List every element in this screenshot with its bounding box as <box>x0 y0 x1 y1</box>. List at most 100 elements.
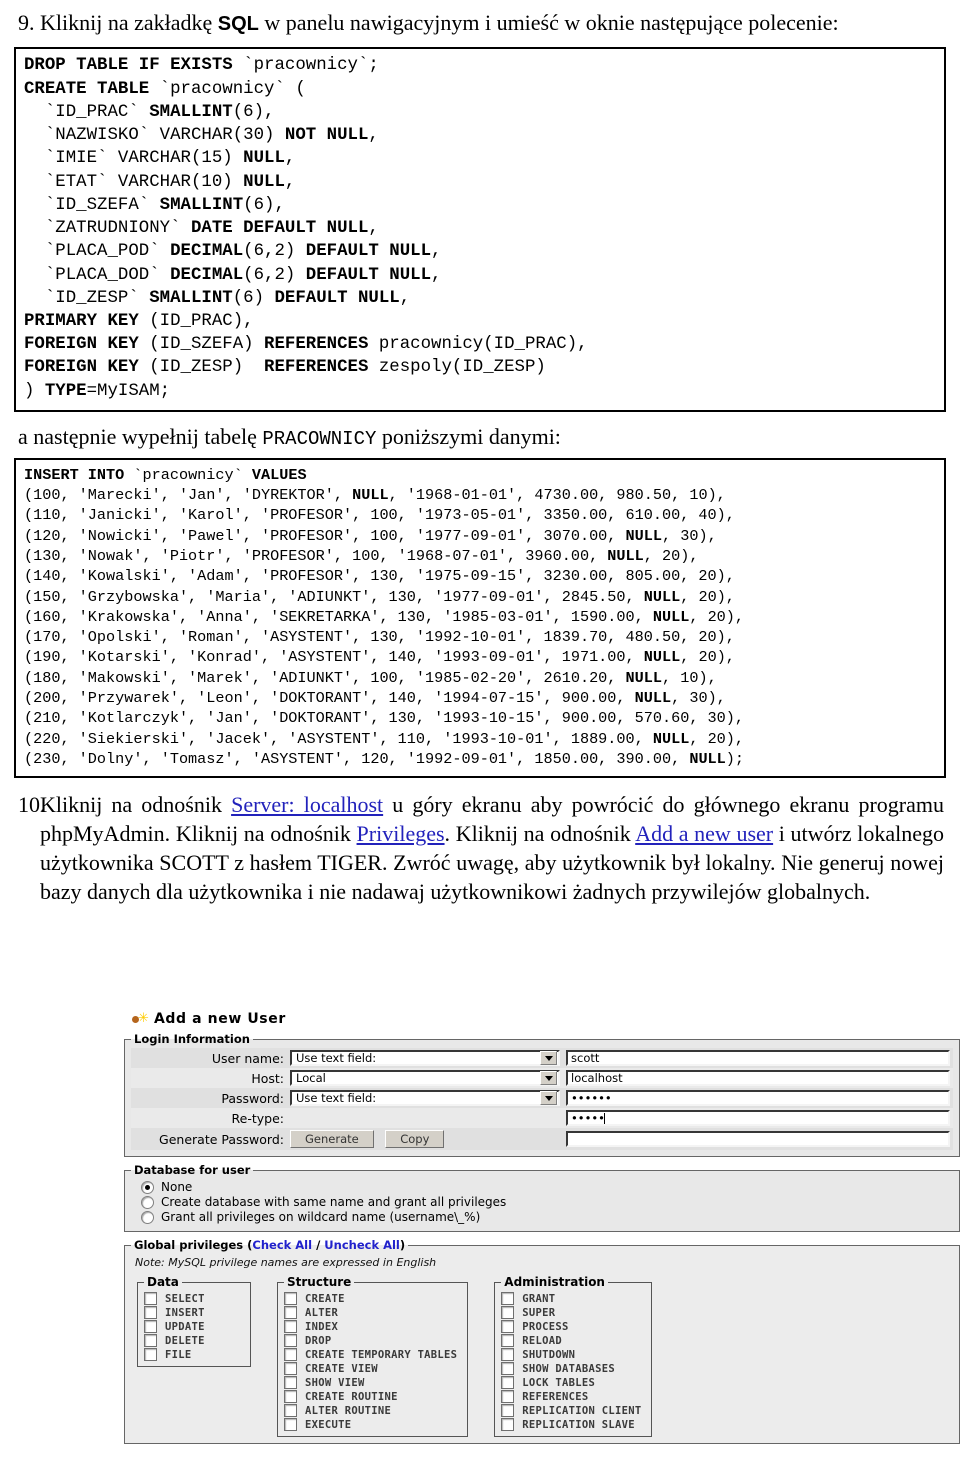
sql-create-table-box: DROP TABLE IF EXISTS `pracownicy`; CREAT… <box>14 47 946 412</box>
checkbox-label-super: SUPER <box>522 1306 556 1319</box>
checkbox-row-lock-tables[interactable]: LOCK TABLES <box>501 1376 641 1389</box>
checkbox-label-replication-client: REPLICATION CLIENT <box>522 1404 642 1417</box>
chevron-down-icon[interactable] <box>540 1071 557 1085</box>
generate-password-label: Generate Password: <box>159 1131 284 1147</box>
checkbox-row-replication-slave[interactable]: REPLICATION SLAVE <box>501 1418 641 1431</box>
password-select[interactable]: Use text field: <box>290 1090 560 1106</box>
sql-create-table-code: DROP TABLE IF EXISTS `pracownicy`; CREAT… <box>24 56 588 401</box>
checkbox-row-create-routine[interactable]: CREATE ROUTINE <box>284 1390 457 1403</box>
link-server-localhost[interactable]: Server: localhost <box>231 792 383 817</box>
checkbox-row-drop[interactable]: DROP <box>284 1334 457 1347</box>
password-input[interactable]: •••••• <box>566 1090 950 1106</box>
host-input[interactable]: localhost <box>566 1070 950 1086</box>
checkbox-icon-index[interactable] <box>284 1320 297 1333</box>
checkbox-icon-alter-routine[interactable] <box>284 1404 297 1417</box>
radio-option-wildcard[interactable]: Grant all privileges on wildcard name (u… <box>141 1210 953 1224</box>
checkbox-row-create[interactable]: CREATE <box>284 1292 457 1305</box>
username-select-value: Use text field: <box>296 1051 377 1065</box>
table-row-host: Host: Local localhost <box>131 1068 953 1088</box>
login-information-table: User name: Use text field: scott Host: L… <box>131 1048 953 1150</box>
copy-button[interactable]: Copy <box>385 1130 445 1148</box>
checkbox-row-file[interactable]: FILE <box>144 1348 240 1361</box>
checkbox-row-super[interactable]: SUPER <box>501 1306 641 1319</box>
checkbox-row-create-view[interactable]: CREATE VIEW <box>284 1362 457 1375</box>
checkbox-label-execute: EXECUTE <box>305 1418 352 1431</box>
link-privileges[interactable]: Privileges <box>357 821 445 846</box>
checkbox-row-show-databases[interactable]: SHOW DATABASES <box>501 1362 641 1375</box>
table-row-generate-password: Generate Password: Generate Copy <box>131 1128 953 1150</box>
checkbox-row-index[interactable]: INDEX <box>284 1320 457 1333</box>
radio-icon-create-database[interactable] <box>141 1195 154 1209</box>
checkbox-icon-create-view[interactable] <box>284 1362 297 1375</box>
check-all-link[interactable]: Check All <box>252 1238 312 1252</box>
checkbox-icon-shutdown[interactable] <box>501 1348 515 1361</box>
uncheck-all-link[interactable]: Uncheck All <box>324 1238 400 1252</box>
checkbox-icon-update[interactable] <box>144 1320 157 1333</box>
retype-label: Re-type: <box>231 1110 284 1126</box>
checkbox-icon-execute[interactable] <box>284 1418 297 1431</box>
checkbox-icon-reload[interactable] <box>501 1334 515 1347</box>
username-input-cell: scott <box>563 1048 953 1068</box>
checkbox-icon-drop[interactable] <box>284 1334 297 1347</box>
generate-button[interactable]: Generate <box>290 1130 374 1148</box>
checkbox-row-alter-routine[interactable]: ALTER ROUTINE <box>284 1404 457 1417</box>
checkbox-icon-create-routine[interactable] <box>284 1390 297 1403</box>
generated-password-input[interactable] <box>566 1131 950 1147</box>
checkbox-row-update[interactable]: UPDATE <box>144 1320 240 1333</box>
checkbox-label-create-view: CREATE VIEW <box>305 1362 378 1375</box>
checkbox-icon-file[interactable] <box>144 1348 157 1361</box>
add-user-icon: ✳ <box>132 1012 149 1026</box>
checkbox-icon-alter[interactable] <box>284 1306 297 1319</box>
username-input[interactable]: scott <box>566 1050 950 1066</box>
chevron-down-icon[interactable] <box>540 1051 557 1065</box>
checkbox-row-replication-client[interactable]: REPLICATION CLIENT <box>501 1404 641 1417</box>
host-input-cell: localhost <box>563 1068 953 1088</box>
radio-icon-none[interactable] <box>141 1180 154 1194</box>
checkbox-label-lock-tables: LOCK TABLES <box>522 1376 596 1389</box>
checkbox-label-show-databases: SHOW DATABASES <box>522 1362 615 1375</box>
checkbox-label-create: CREATE <box>305 1292 345 1305</box>
checkbox-row-show-view[interactable]: SHOW VIEW <box>284 1376 457 1389</box>
retype-empty-cell <box>287 1108 563 1128</box>
step-9-number: 9. <box>18 10 35 35</box>
chevron-down-icon[interactable] <box>540 1091 557 1105</box>
checkbox-icon-grant[interactable] <box>501 1292 515 1305</box>
between-text-part2: poniższymi danymi: <box>376 423 561 449</box>
checkbox-icon-references[interactable] <box>501 1390 515 1403</box>
retype-input-cell: ••••• <box>563 1108 953 1128</box>
checkbox-icon-replication-slave[interactable] <box>501 1418 515 1431</box>
retype-input[interactable]: ••••• <box>566 1110 950 1126</box>
global-privileges-separator: / <box>312 1238 325 1252</box>
sql-tab-reference: SQL <box>217 13 259 35</box>
checkbox-row-shutdown[interactable]: SHUTDOWN <box>501 1348 641 1361</box>
radio-icon-wildcard[interactable] <box>141 1210 154 1224</box>
checkbox-row-create-temporary-tables[interactable]: CREATE TEMPORARY TABLES <box>284 1348 457 1361</box>
checkbox-row-insert[interactable]: INSERT <box>144 1306 240 1319</box>
checkbox-icon-process[interactable] <box>501 1320 515 1333</box>
radio-option-none[interactable]: None <box>141 1180 953 1194</box>
checkbox-row-select[interactable]: SELECT <box>144 1292 240 1305</box>
checkbox-label-process: PROCESS <box>522 1320 569 1333</box>
checkbox-icon-replication-client[interactable] <box>501 1404 515 1417</box>
checkbox-icon-create-temporary-tables[interactable] <box>284 1348 297 1361</box>
username-select[interactable]: Use text field: <box>290 1050 560 1066</box>
checkbox-icon-create[interactable] <box>284 1292 297 1305</box>
host-select[interactable]: Local <box>290 1070 560 1086</box>
checkbox-row-execute[interactable]: EXECUTE <box>284 1418 457 1431</box>
checkbox-icon-select[interactable] <box>144 1292 157 1305</box>
checkbox-row-grant[interactable]: GRANT <box>501 1292 641 1305</box>
checkbox-row-reload[interactable]: RELOAD <box>501 1334 641 1347</box>
checkbox-icon-delete[interactable] <box>144 1334 157 1347</box>
checkbox-icon-show-databases[interactable] <box>501 1362 515 1375</box>
link-add-a-new-user[interactable]: Add a new user <box>635 821 773 846</box>
checkbox-icon-super[interactable] <box>501 1306 515 1319</box>
checkbox-row-delete[interactable]: DELETE <box>144 1334 240 1347</box>
radio-option-create-database[interactable]: Create database with same name and grant… <box>141 1195 953 1209</box>
checkbox-row-alter[interactable]: ALTER <box>284 1306 457 1319</box>
checkbox-row-process[interactable]: PROCESS <box>501 1320 641 1333</box>
radio-label-create-database: Create database with same name and grant… <box>161 1195 507 1209</box>
checkbox-icon-show-view[interactable] <box>284 1376 297 1389</box>
checkbox-icon-lock-tables[interactable] <box>501 1376 515 1389</box>
checkbox-row-references[interactable]: REFERENCES <box>501 1390 641 1403</box>
checkbox-icon-insert[interactable] <box>144 1306 157 1319</box>
